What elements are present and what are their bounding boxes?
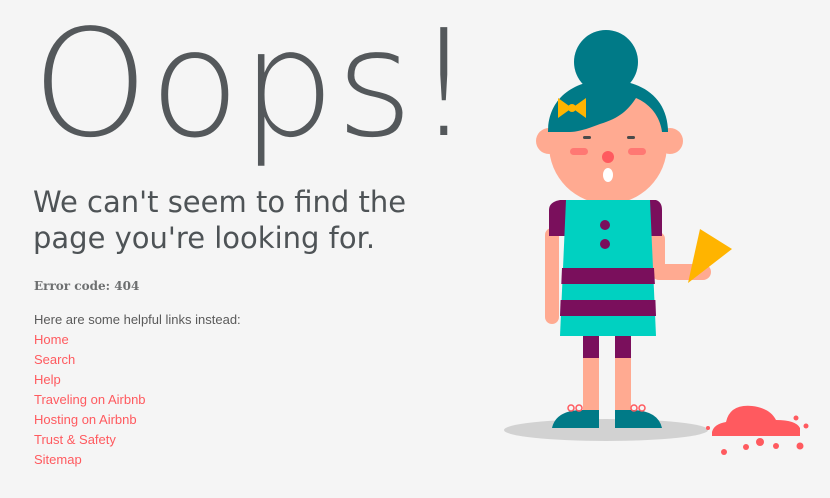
nose [602,151,614,163]
subtitle-line-2: page you're looking for. [33,221,376,255]
list-item: Sitemap [34,450,146,470]
dropped-ice-cream [712,405,800,436]
home-link[interactable]: Home [34,332,69,347]
right-sleeve [650,200,662,236]
dress-button-top [600,220,610,230]
dress-stripe-1 [561,268,655,284]
mouth [603,168,613,182]
left-sleeve [549,200,566,236]
dress-button-bottom [600,239,610,249]
subtitle-line-1: We can't seem to find the [33,185,407,219]
dress-stripe-2 [560,300,656,316]
left-arm [545,228,559,324]
search-link[interactable]: Search [34,352,75,367]
helpful-links-list: Home Search Help Traveling on Airbnb Hos… [34,330,146,470]
left-eye [583,136,591,139]
list-item: Hosting on Airbnb [34,410,146,430]
sitemap-link[interactable]: Sitemap [34,452,82,467]
right-cheek [628,148,646,155]
left-shoe [552,410,599,428]
right-shoe [615,410,662,428]
right-leg [615,358,631,414]
list-item: Help [34,370,146,390]
helpful-links-intro: Here are some helpful links instead: [34,312,241,327]
list-item: Traveling on Airbnb [34,390,146,410]
hosting-on-airbnb-link[interactable]: Hosting on Airbnb [34,412,137,427]
left-cheek [570,148,588,155]
left-tights [583,336,599,358]
left-shoe-bow [567,404,583,412]
right-shoe-bow [630,404,646,412]
list-item: Trust & Safety [34,430,146,450]
list-item: Search [34,350,146,370]
page-heading: Oops! [32,0,475,170]
traveling-on-airbnb-link[interactable]: Traveling on Airbnb [34,392,146,407]
right-eye [627,136,635,139]
page-subtitle: We can't seem to find the page you're lo… [33,184,453,256]
help-link[interactable]: Help [34,372,61,387]
ground-shadow [504,419,708,441]
error-code: Error code: 404 [34,279,140,293]
girl-dropped-ice-cream-illustration [504,30,809,455]
list-item: Home [34,330,146,350]
left-leg [583,358,599,414]
right-tights [615,336,631,358]
trust-and-safety-link[interactable]: Trust & Safety [34,432,116,447]
